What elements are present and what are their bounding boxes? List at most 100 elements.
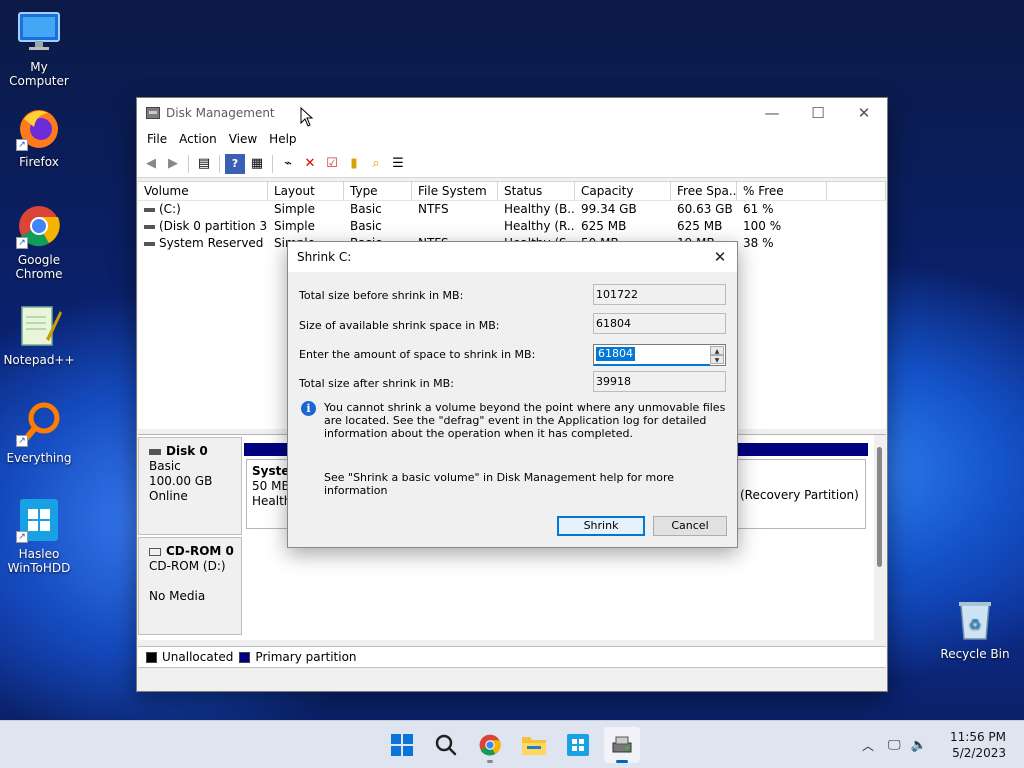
window-title: Disk Management: [166, 106, 275, 120]
clock-time: 11:56 PM: [950, 730, 1006, 744]
notepadpp-icon: [16, 303, 62, 349]
cdrom0-label[interactable]: CD-ROM 0 CD-ROM (D:) No Media: [138, 537, 242, 635]
recovery-partition-label: (Recovery Partition): [740, 488, 859, 502]
dialog-close-button[interactable]: ✕: [703, 242, 737, 272]
menu-bar: File Action View Help: [137, 128, 887, 150]
close-button[interactable]: ✕: [841, 98, 887, 128]
list-view-icon[interactable]: ☰: [388, 154, 408, 174]
chevron-up-icon[interactable]: ︿: [862, 737, 874, 754]
spin-up-icon[interactable]: ▲: [710, 346, 724, 355]
desktop-icon-label: Notepad++: [3, 353, 75, 367]
taskbar: ︿ 🖵 🔈 11:56 PM 5/2/2023: [0, 720, 1024, 768]
network-icon[interactable]: 🖵: [888, 738, 901, 753]
clock[interactable]: 11:56 PM 5/2/2023: [950, 729, 1006, 761]
minimize-button[interactable]: —: [749, 98, 795, 128]
check-icon[interactable]: ☑: [322, 154, 342, 174]
spin-down-icon[interactable]: ▼: [710, 355, 724, 364]
column-header-file-system[interactable]: File System: [412, 182, 498, 200]
taskbar-disk-management[interactable]: [604, 727, 640, 763]
menu-help[interactable]: Help: [263, 132, 302, 146]
shortcut-arrow-icon: ↗: [16, 435, 28, 447]
table-cell: 100 %: [743, 219, 782, 233]
table-cell: Healthy (B...: [504, 202, 575, 216]
shrink-amount-value: 61804: [596, 347, 635, 361]
search-folder-icon[interactable]: ⌕: [366, 154, 386, 174]
dialog-title-bar[interactable]: Shrink C: ✕: [288, 242, 737, 272]
total-before-field: 101722: [593, 284, 726, 305]
back-arrow-icon[interactable]: ◀: [141, 154, 161, 174]
toolbar-separator: [188, 154, 189, 173]
help-message: See "Shrink a basic volume" in Disk Mana…: [324, 471, 675, 497]
table-cell: Basic: [350, 202, 382, 216]
magnifier-icon: ↗: [16, 401, 62, 447]
vertical-scrollbar[interactable]: [874, 435, 886, 641]
info-message: You cannot shrink a volume beyond the po…: [324, 401, 726, 440]
table-cell: 99.34 GB: [581, 202, 637, 216]
taskbar-file-explorer[interactable]: [516, 727, 552, 763]
table-cell: Simple: [274, 202, 315, 216]
toolbar: ◀ ▶ ▤ ? ▦ ⌁ ✕ ☑ ▮ ⌕ ☰: [137, 150, 887, 178]
shrink-button[interactable]: Shrink: [557, 516, 645, 536]
recycle-bin-icon: ♻: [952, 597, 998, 643]
focus-underline: [594, 364, 710, 366]
desktop-icon-everything[interactable]: ↗ Everything: [0, 401, 78, 465]
firefox-icon: ↗: [16, 105, 62, 151]
column-header-volume[interactable]: Volume: [138, 182, 268, 200]
drive-icon: [144, 207, 155, 212]
start-button[interactable]: [384, 727, 420, 763]
desktop-icon-label: Recycle Bin: [940, 647, 1010, 661]
table-row[interactable]: (C:) Simple Basic NTFS Healthy (B... 99.…: [138, 201, 886, 218]
desktop-icon-recycle-bin[interactable]: ♻ Recycle Bin: [936, 597, 1014, 661]
desktop-icon-firefox[interactable]: ↗ Firefox: [0, 105, 78, 169]
taskbar-search-button[interactable]: [428, 727, 464, 763]
disk0-label[interactable]: Disk 0 Basic 100.00 GB Online: [138, 437, 242, 535]
dialog-title: Shrink C:: [297, 250, 352, 264]
recovery-partition[interactable]: (Recovery Partition): [734, 459, 866, 529]
column-header-status[interactable]: Status: [498, 182, 575, 200]
unallocated-swatch: [146, 651, 157, 663]
table-cell: NTFS: [418, 202, 449, 216]
column-header-type[interactable]: Type: [344, 182, 412, 200]
menu-file[interactable]: File: [141, 132, 173, 146]
console-tree-icon[interactable]: ▤: [194, 154, 214, 174]
taskbar-chrome[interactable]: [472, 727, 508, 763]
desktop-icon-label: My Computer: [9, 60, 69, 88]
properties-icon[interactable]: ▦: [247, 154, 267, 174]
desktop-icon-chrome[interactable]: ↗ Google Chrome: [0, 203, 78, 281]
scrollbar-thumb[interactable]: [877, 447, 882, 567]
maximize-button[interactable]: ☐: [795, 98, 841, 128]
available-shrink-field: 61804: [593, 313, 726, 334]
column-header-capacity[interactable]: Capacity: [575, 182, 671, 200]
volume-name: (Disk 0 partition 3): [159, 219, 268, 233]
menu-view[interactable]: View: [223, 132, 263, 146]
disk0-size: 100.00 GB: [149, 474, 213, 488]
chrome-icon: ↗: [16, 203, 62, 249]
desktop-icon-notepadpp[interactable]: Notepad++: [0, 303, 78, 367]
menu-action[interactable]: Action: [173, 132, 223, 146]
cancel-button[interactable]: Cancel: [653, 516, 727, 536]
table-row[interactable]: (Disk 0 partition 3) Simple Basic Health…: [138, 218, 886, 235]
windows-logo-icon: [391, 734, 413, 756]
column-header-percent-free[interactable]: % Free: [737, 182, 827, 200]
help-icon[interactable]: ?: [225, 153, 245, 174]
taskbar-store[interactable]: [560, 727, 596, 763]
volume-icon[interactable]: 🔈: [911, 738, 927, 753]
table-cell: 38 %: [743, 236, 774, 250]
disk0-type: Basic: [149, 459, 181, 473]
shrink-amount-input[interactable]: 61804 ▲ ▼: [593, 344, 726, 366]
connect-icon[interactable]: ⌁: [278, 154, 298, 174]
drive-icon: [149, 448, 161, 455]
delete-icon[interactable]: ✕: [300, 154, 320, 174]
folder-up-icon[interactable]: ▮: [344, 154, 364, 174]
shortcut-arrow-icon: ↗: [16, 139, 28, 151]
title-bar[interactable]: Disk Management — ☐ ✕: [137, 98, 887, 128]
desktop-icon-my-computer[interactable]: My Computer: [0, 10, 78, 88]
desktop-icon-label: Everything: [6, 451, 72, 465]
desktop-icon-hasleo[interactable]: ↗ Hasleo WinToHDD: [0, 497, 78, 575]
disk0-name: Disk 0: [166, 444, 208, 458]
forward-arrow-icon[interactable]: ▶: [163, 154, 183, 174]
table-cell: 625 MB: [581, 219, 627, 233]
column-header-layout[interactable]: Layout: [268, 182, 344, 200]
column-header-free-space[interactable]: Free Spa...: [671, 182, 737, 200]
